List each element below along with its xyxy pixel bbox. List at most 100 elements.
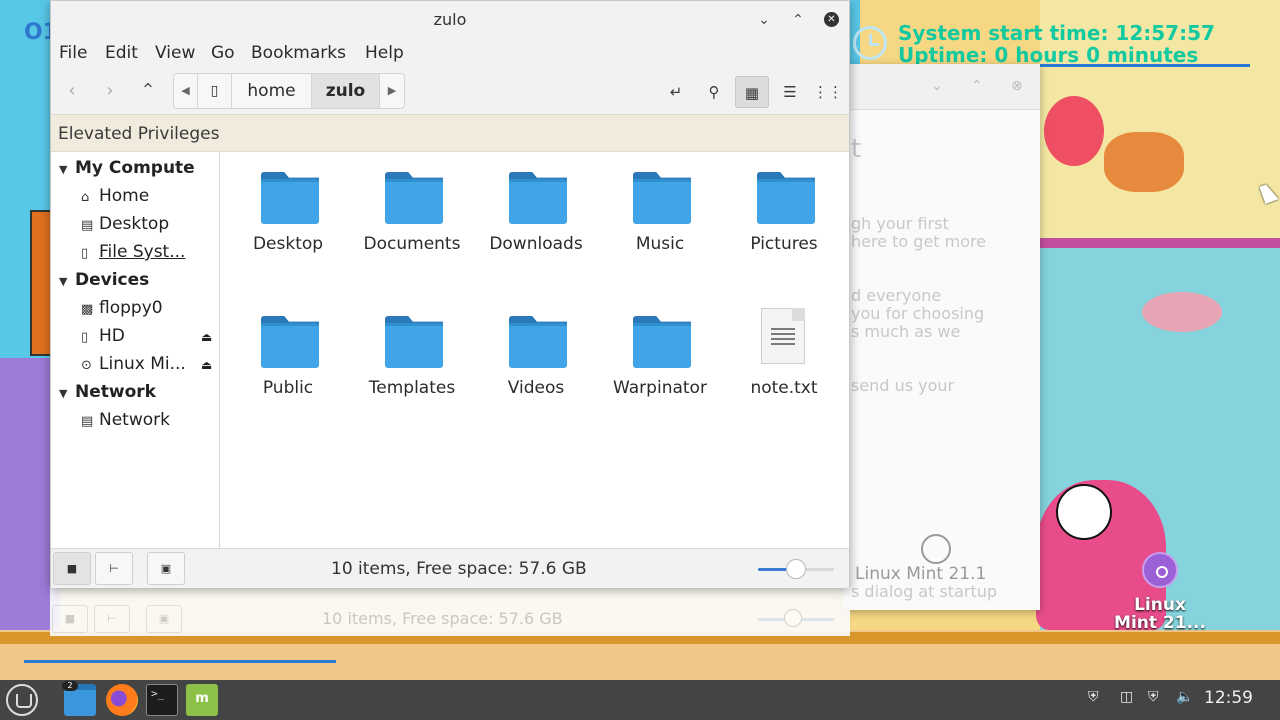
ghost-status-text: 10 items, Free space: 57.6 GB xyxy=(322,609,563,628)
maximize-button[interactable]: ⌃ xyxy=(787,9,809,31)
location-toggle-icon[interactable]: ↵ xyxy=(659,76,693,108)
volume-icon[interactable]: 🔈 xyxy=(1176,689,1193,705)
sidebar-item-hd[interactable]: ▯ HD xyxy=(81,326,125,346)
eject-icon[interactable]: ⏏ xyxy=(201,330,212,344)
sidebar-item-floppy[interactable]: ▩ floppy0 xyxy=(81,298,163,318)
floppy-icon: ▩ xyxy=(81,302,94,317)
sidebar-toggle-button[interactable]: ▣ xyxy=(147,552,185,585)
expander-icon[interactable]: ▼ xyxy=(59,163,75,176)
sidebar-item-label: Home xyxy=(99,186,150,206)
sidebar-header-computer[interactable]: ▼ My Compute xyxy=(59,158,195,178)
folder-downloads[interactable]: Downloads xyxy=(473,152,599,272)
desktop-icon: ▤ xyxy=(81,218,94,233)
file-manager-window[interactable]: zulo ⌄ ⌃ ✕ File Edit View Go Bookmarks H… xyxy=(50,0,850,588)
folder-public[interactable]: Public xyxy=(225,296,351,416)
file-view[interactable]: Desktop Documents Downloads Music Pictur… xyxy=(221,152,849,548)
expander-icon[interactable]: ▼ xyxy=(59,275,75,288)
zoom-slider-knob[interactable] xyxy=(786,559,806,579)
menu-go[interactable]: Go xyxy=(211,43,235,63)
sidebar-item-filesystem[interactable]: ▯ File Syst... xyxy=(81,242,185,262)
eject-icon[interactable]: ⏏ xyxy=(201,358,212,372)
breadcrumb-right-arrow-icon[interactable]: ▶ xyxy=(380,74,404,108)
software-manager-icon[interactable]: m xyxy=(186,684,218,716)
sidebar-header-label: My Compute xyxy=(75,158,195,178)
breadcrumb-home[interactable]: home xyxy=(232,74,312,108)
welcome-text: you for choosing xyxy=(851,304,985,323)
sidebar-item-desktop[interactable]: ▤ Desktop xyxy=(81,214,169,234)
infobar-text: Elevated Privileges xyxy=(58,124,220,144)
menu-help[interactable]: Help xyxy=(365,43,404,63)
clock-icon xyxy=(853,26,887,60)
tree-toggle-button[interactable]: ⊢ xyxy=(95,552,133,585)
sidebar-header-devices[interactable]: ▼ Devices xyxy=(59,270,149,290)
search-icon[interactable]: ⚲ xyxy=(697,76,731,108)
file-label: Warpinator xyxy=(613,378,707,398)
folder-icon xyxy=(509,172,567,224)
file-label: note.txt xyxy=(750,378,818,398)
sidebar-item-label: floppy0 xyxy=(99,298,163,318)
conky-start-label: System start time: xyxy=(898,21,1109,45)
folder-documents[interactable]: Documents xyxy=(349,152,475,272)
places-toggle-button[interactable]: ■ xyxy=(53,552,91,585)
compact-view-button[interactable]: ⋮⋮ xyxy=(811,76,845,108)
sidebar-item-label: Network xyxy=(99,410,170,430)
ghost-places-icon: ■ xyxy=(52,605,88,633)
ghost-sidebar-icon: ▣ xyxy=(146,605,182,633)
folder-desktop[interactable]: Desktop xyxy=(225,152,351,272)
menu-bookmarks[interactable]: Bookmarks xyxy=(251,43,346,63)
mint-menu-icon[interactable] xyxy=(6,684,38,716)
welcome-text: send us your xyxy=(851,376,955,395)
breadcrumb-zulo[interactable]: zulo xyxy=(312,74,380,108)
icon-view-button[interactable]: ▦ xyxy=(735,76,769,108)
minimize-button[interactable]: ⌄ xyxy=(753,9,775,31)
forward-button[interactable]: › xyxy=(95,76,125,106)
menu-edit[interactable]: Edit xyxy=(105,43,138,63)
home-icon: ⌂ xyxy=(81,190,90,205)
sidebar-item-network[interactable]: ▤ Network xyxy=(81,410,170,430)
maximize-icon[interactable]: ⌃ xyxy=(971,78,983,94)
desktop-icon-label-line2: Mint 21... xyxy=(1114,613,1206,633)
close-button[interactable]: ✕ xyxy=(824,12,839,27)
window-title: zulo xyxy=(433,10,467,29)
sidebar-item-label: HD xyxy=(99,326,125,346)
folder-icon xyxy=(509,316,567,368)
security-icon[interactable]: ⛨ xyxy=(1148,689,1159,705)
file-label: Music xyxy=(635,234,685,254)
network-icon: ▤ xyxy=(81,414,94,429)
shield-update-icon[interactable]: ⛨ xyxy=(1088,689,1099,705)
sidebar-item-linux-mint[interactable]: ⊙ Linux Mi... xyxy=(81,354,186,374)
close-icon[interactable]: ⊗ xyxy=(1011,78,1023,94)
drive-icon: ▯ xyxy=(81,330,89,345)
menu-view[interactable]: View xyxy=(155,43,195,63)
desktop-icon-linux-mint[interactable]: Linux Mint 21... xyxy=(1100,596,1220,632)
sidebar-header-network[interactable]: ▼ Network xyxy=(59,382,156,402)
menu-file[interactable]: File xyxy=(59,43,87,63)
up-button[interactable]: ⌃ xyxy=(133,76,163,106)
folder-music[interactable]: Music xyxy=(597,152,723,272)
folder-templates[interactable]: Templates xyxy=(349,296,475,416)
expander-icon[interactable]: ▼ xyxy=(59,387,75,400)
list-view-button[interactable]: ☰ xyxy=(773,76,807,108)
breadcrumb-left-arrow-icon[interactable]: ◀ xyxy=(174,74,198,108)
welcome-window[interactable]: ⌄ ⌃ ⊗ t gh your first here to get more d… xyxy=(843,64,1040,610)
sidebar-item-label: Linux Mi... xyxy=(99,354,186,374)
linux-mint-disc-icon[interactable] xyxy=(1142,552,1178,588)
file-note-txt[interactable]: note.txt xyxy=(721,296,847,416)
back-button[interactable]: ‹ xyxy=(57,76,87,106)
folder-warpinator[interactable]: Warpinator xyxy=(597,296,723,416)
terminal-icon[interactable]: >_ xyxy=(146,684,178,716)
titlebar[interactable]: zulo ⌄ ⌃ ✕ xyxy=(51,1,849,38)
firefox-icon[interactable] xyxy=(106,684,138,716)
sidebar: ▼ My Compute ⌂ Home ▤ Desktop ▯ File Syst...… xyxy=(51,152,220,548)
welcome-text: s much as we xyxy=(851,322,961,341)
ghost-file-manager: ■ ⊢ ▣ 10 items, Free space: 57.6 GB xyxy=(50,586,850,636)
welcome-footer: s dialog at startup xyxy=(851,582,998,601)
taskbar-clock[interactable]: 12:59 xyxy=(1204,688,1253,708)
drive-icon[interactable]: ▯ xyxy=(198,74,232,108)
usb-icon[interactable]: ◫ xyxy=(1120,689,1133,705)
folder-pictures[interactable]: Pictures xyxy=(721,152,847,272)
sidebar-item-home[interactable]: ⌂ Home xyxy=(81,186,149,206)
minimize-icon[interactable]: ⌄ xyxy=(931,78,943,94)
folder-videos[interactable]: Videos xyxy=(473,296,599,416)
file-label: Public xyxy=(262,378,314,398)
